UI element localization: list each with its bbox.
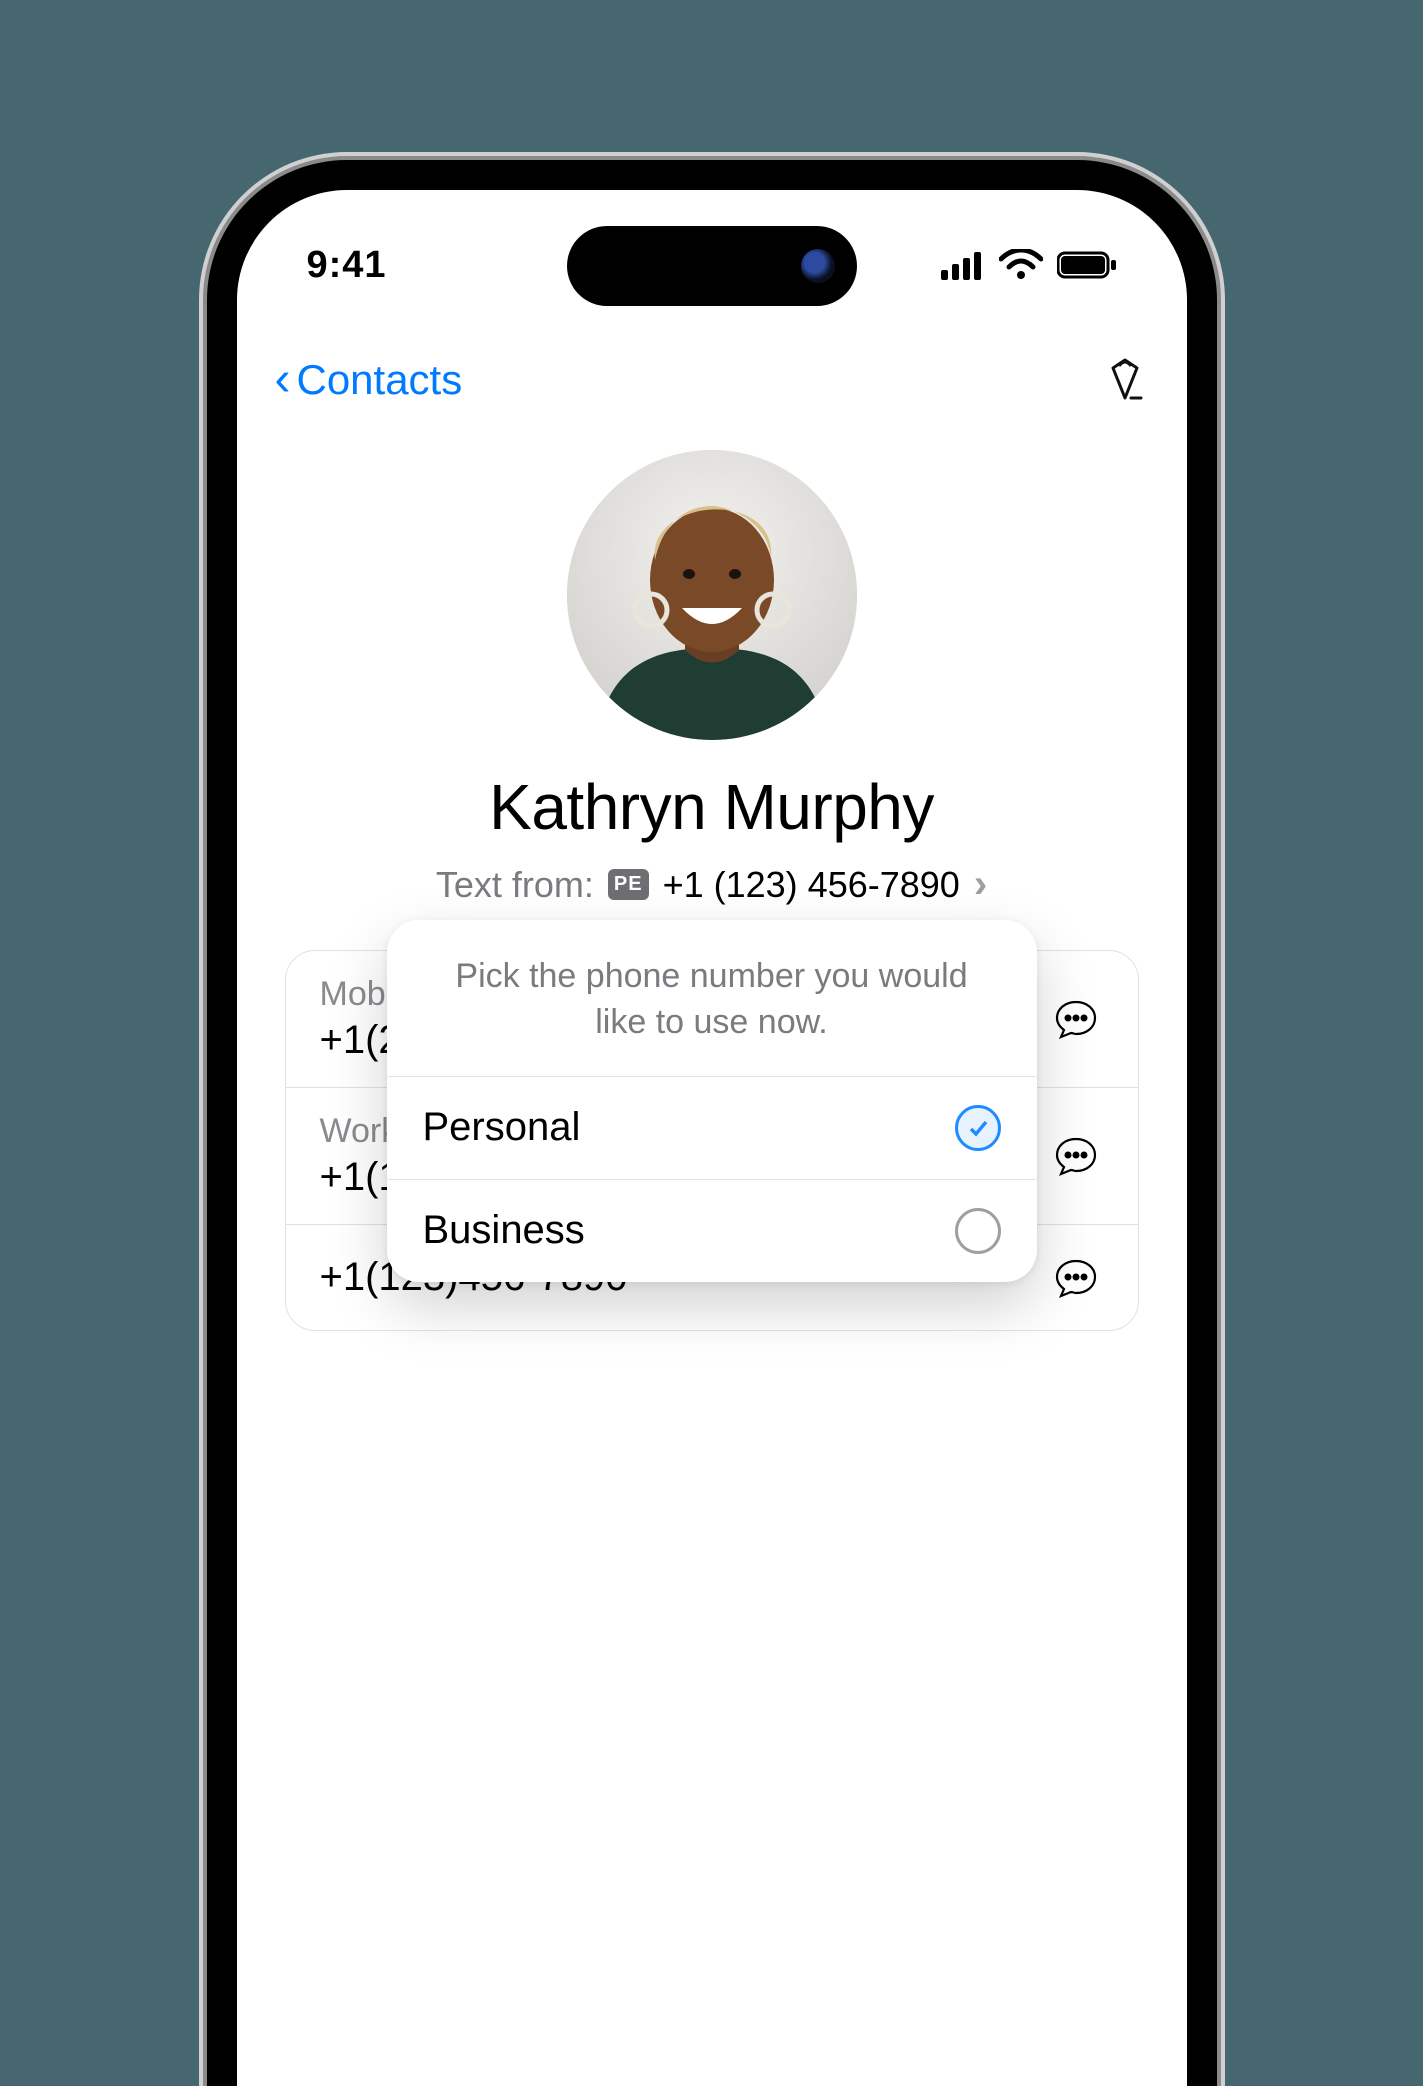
- nav-bar: ‹ Contacts: [237, 340, 1187, 420]
- popover-option-personal[interactable]: Personal: [387, 1077, 1037, 1180]
- text-from-label: Text from:: [436, 864, 594, 906]
- status-indicators: [941, 249, 1117, 281]
- message-icon: [1053, 1133, 1099, 1179]
- text-from-selector[interactable]: Text from: PE +1 (123) 456-7890 ›: [237, 862, 1187, 907]
- chevron-right-icon: ›: [974, 862, 987, 907]
- status-time: 9:41: [307, 244, 387, 287]
- avatar: [567, 450, 857, 740]
- message-button[interactable]: [1048, 1128, 1104, 1184]
- option-label: Business: [423, 1208, 585, 1253]
- dynamic-island: [567, 226, 857, 306]
- battery-icon: [1057, 250, 1117, 280]
- edit-button[interactable]: [1101, 354, 1149, 407]
- contact-name: Kathryn Murphy: [237, 770, 1187, 844]
- chevron-left-icon: ‹: [275, 356, 291, 404]
- back-label: Contacts: [296, 356, 462, 404]
- phone-frame: 9:41: [207, 160, 1217, 2086]
- message-icon: [1053, 1255, 1099, 1301]
- popover-title: Pick the phone number you would like to …: [387, 920, 1037, 1077]
- radio-unselected-icon: [955, 1208, 1001, 1254]
- popover-option-business[interactable]: Business: [387, 1180, 1037, 1282]
- cellular-icon: [941, 250, 985, 280]
- message-button[interactable]: [1048, 1250, 1104, 1306]
- option-label: Personal: [423, 1105, 581, 1150]
- back-button[interactable]: ‹ Contacts: [275, 356, 463, 404]
- front-camera: [801, 249, 835, 283]
- radio-selected-icon: [955, 1105, 1001, 1151]
- pen-icon: [1101, 354, 1149, 402]
- text-from-number: +1 (123) 456-7890: [663, 864, 960, 906]
- message-icon: [1053, 996, 1099, 1042]
- screen: 9:41: [237, 190, 1187, 2086]
- wifi-icon: [999, 249, 1043, 281]
- text-from-badge: PE: [608, 869, 649, 900]
- number-picker-popover: Pick the phone number you would like to …: [387, 920, 1037, 1282]
- avatar-illustration: [567, 450, 857, 740]
- message-button[interactable]: [1048, 991, 1104, 1047]
